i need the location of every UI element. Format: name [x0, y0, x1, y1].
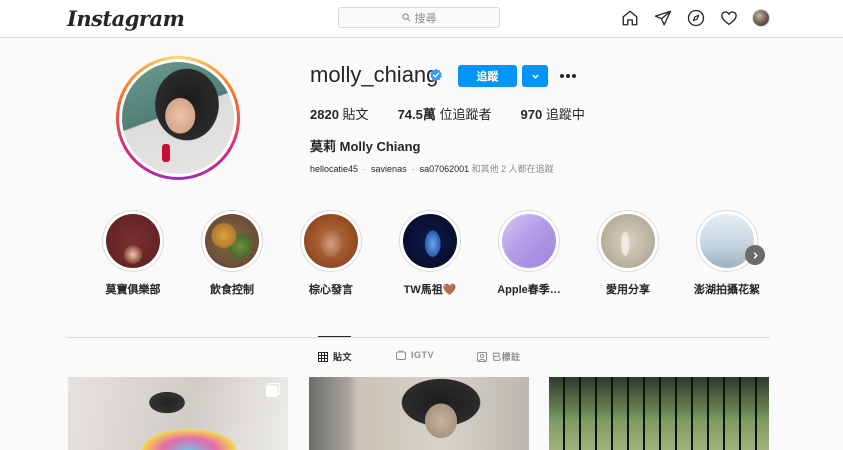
more-options-button[interactable]	[558, 66, 578, 86]
highlight-item[interactable]: 愛用分享	[593, 210, 663, 297]
highlight-label: 飲食控制	[210, 284, 254, 296]
highlight-cover	[304, 214, 358, 268]
active-tab-indicator	[318, 336, 351, 337]
highlight-item[interactable]: 棕心發言	[296, 210, 366, 297]
search-icon	[401, 13, 410, 22]
profile-stats: 2820 貼文 74.5萬 位追蹤者 970 追蹤中	[310, 104, 614, 123]
followed-by[interactable]: hellocatie45 · savienas · sa07062001 和其他 2 人…	[310, 162, 554, 175]
explore-icon[interactable]	[686, 8, 706, 28]
highlight-label: 澎湖拍攝花絮	[694, 284, 760, 296]
activity-heart-icon[interactable]	[719, 8, 739, 28]
suggested-dropdown-button[interactable]	[522, 65, 548, 87]
profile-username: molly_chiang	[310, 62, 439, 87]
dot-icon	[566, 74, 570, 78]
direct-icon[interactable]	[653, 8, 673, 28]
highlight-label: 愛用分享	[606, 284, 650, 296]
followed-by-suffix: 和其他 2 人都在追蹤	[471, 164, 554, 174]
profile-avatar-large[interactable]	[116, 56, 240, 180]
tab-igtv[interactable]: IGTV	[396, 350, 434, 360]
igtv-icon	[396, 350, 406, 360]
dot-icon	[572, 74, 576, 78]
tab-posts[interactable]: 貼文	[318, 350, 352, 363]
following-count[interactable]: 970 追蹤中	[521, 104, 585, 123]
tab-label: IGTV	[411, 350, 435, 360]
post-thumbnail[interactable]	[549, 377, 769, 450]
highlight-cover	[601, 214, 655, 268]
highlight-label: TW馬祖🤎	[403, 284, 457, 296]
highlight-cover	[403, 214, 457, 268]
grid-icon	[318, 351, 328, 362]
highlight-label: 棕心發言	[309, 284, 353, 296]
follow-button[interactable]: 追蹤	[458, 65, 517, 87]
follower-username[interactable]: sa07062001	[420, 164, 470, 174]
follower-username[interactable]: savienas	[371, 164, 407, 174]
search-placeholder: 搜尋	[414, 12, 437, 25]
home-icon[interactable]	[620, 8, 640, 28]
highlight-cover	[205, 214, 259, 268]
dot-icon	[560, 74, 564, 78]
tab-label: 已標註	[492, 352, 521, 362]
highlight-item[interactable]: 飲食控制	[197, 210, 267, 297]
tabs-divider	[67, 337, 770, 338]
chevron-right-icon	[753, 251, 758, 259]
instagram-logo[interactable]: Instagram	[67, 6, 185, 31]
post-thumbnail[interactable]	[68, 377, 288, 450]
highlight-label: Apple春季…	[497, 284, 561, 296]
verified-badge-icon	[429, 68, 443, 87]
tab-tagged[interactable]: 已標註	[477, 350, 521, 363]
follower-username[interactable]: hellocatie45	[310, 164, 358, 174]
search-input[interactable]: 搜尋	[338, 7, 500, 28]
profile-photo	[122, 62, 234, 174]
top-nav: Instagram 搜尋	[0, 0, 843, 38]
followers-count[interactable]: 74.5萬 位追蹤者	[398, 104, 492, 123]
post-thumbnail[interactable]	[309, 377, 529, 450]
profile-full-name: 莫莉 Molly Chiang	[310, 139, 421, 154]
highlight-cover	[106, 214, 160, 268]
tagged-icon	[477, 351, 487, 362]
highlight-item[interactable]: TW馬祖🤎	[395, 210, 465, 297]
highlight-item[interactable]: Apple春季…	[494, 210, 564, 297]
profile-avatar[interactable]	[752, 9, 770, 27]
highlight-item[interactable]: 莫寶俱樂部	[98, 210, 168, 297]
carousel-icon	[266, 382, 281, 397]
highlight-cover	[502, 214, 556, 268]
chevron-down-icon	[531, 74, 539, 79]
tab-label: 貼文	[333, 352, 353, 362]
highlight-label: 莫寶俱樂部	[105, 284, 161, 296]
posts-count: 2820 貼文	[310, 107, 369, 122]
highlights-next-button[interactable]	[745, 245, 765, 265]
